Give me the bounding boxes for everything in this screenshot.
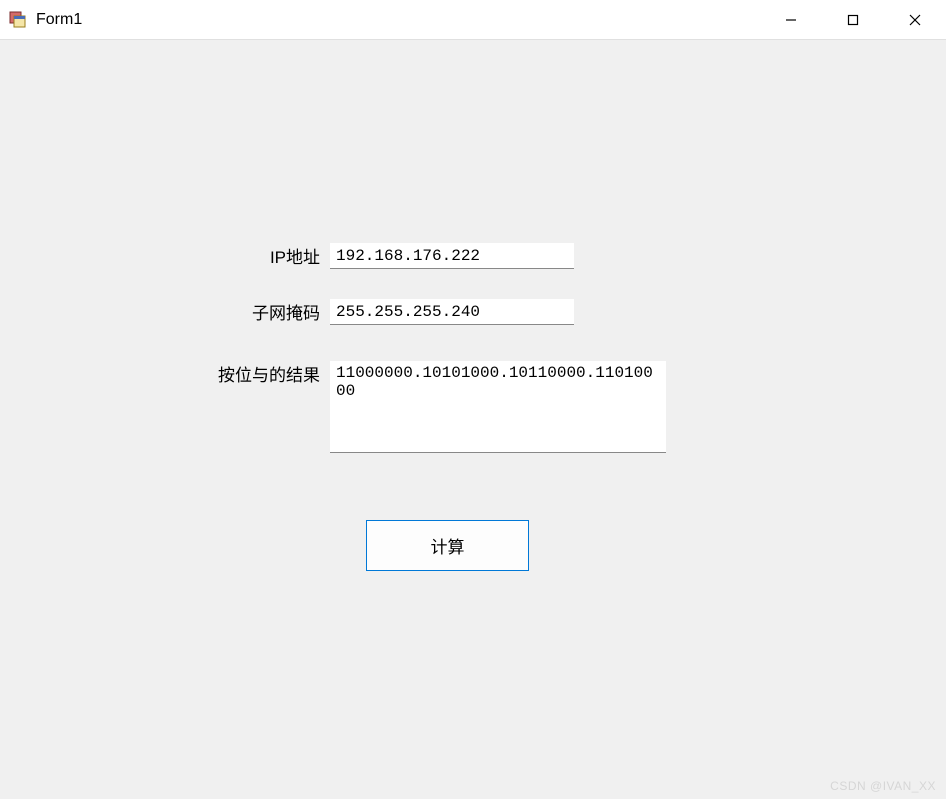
- ip-label: IP地址: [195, 243, 330, 268]
- result-textarea[interactable]: 11000000.10101000.10110000.11010000: [330, 361, 666, 453]
- ip-row: IP地址: [195, 243, 574, 269]
- mask-row: 子网掩码: [195, 299, 574, 325]
- result-label: 按位与的结果: [195, 361, 330, 386]
- maximize-button[interactable]: [822, 0, 884, 39]
- watermark: CSDN @IVAN_XX: [830, 779, 936, 793]
- result-row: 按位与的结果 11000000.10101000.10110000.110100…: [195, 361, 666, 453]
- calculate-button[interactable]: 计算: [366, 520, 529, 571]
- titlebar: Form1: [0, 0, 946, 40]
- ip-input[interactable]: [330, 243, 574, 269]
- window-controls: [760, 0, 946, 39]
- mask-input[interactable]: [330, 299, 574, 325]
- minimize-button[interactable]: [760, 0, 822, 39]
- client-area: IP地址 子网掩码 按位与的结果 11000000.10101000.10110…: [0, 40, 946, 799]
- window-title: Form1: [36, 11, 760, 29]
- app-icon: [8, 10, 28, 30]
- mask-label: 子网掩码: [195, 299, 330, 324]
- close-button[interactable]: [884, 0, 946, 39]
